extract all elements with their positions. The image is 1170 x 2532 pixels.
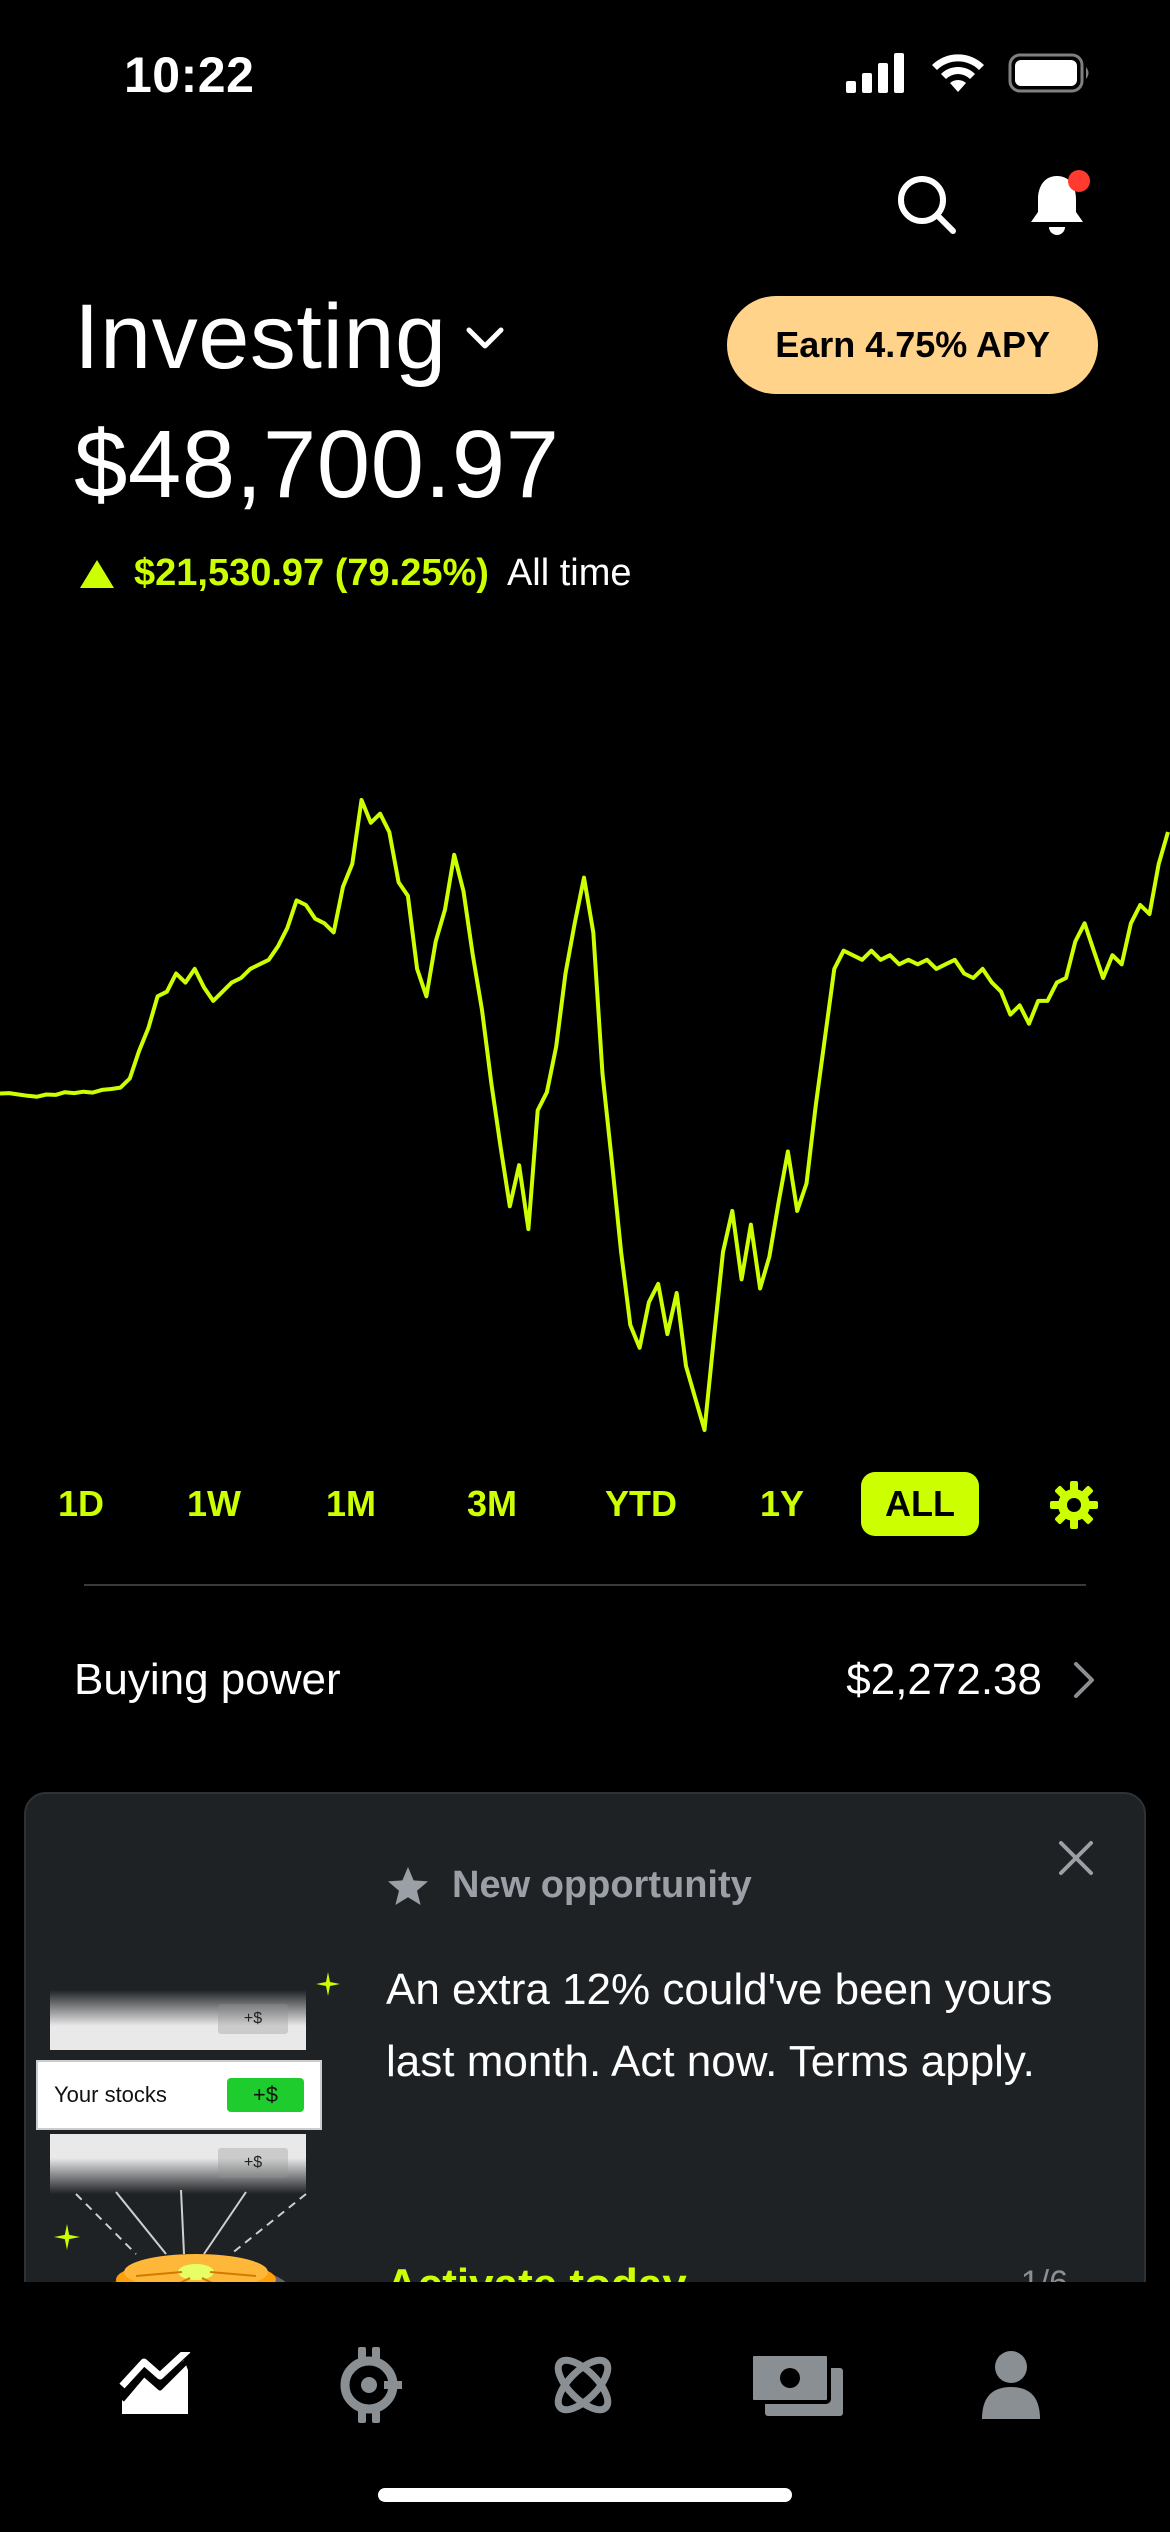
tab-explore[interactable] xyxy=(528,2330,638,2440)
range-1d[interactable]: 1D xyxy=(58,1472,104,1536)
buying-power-value: $2,272.38 xyxy=(846,1655,1042,1704)
top-actions xyxy=(892,170,1092,240)
account-icon xyxy=(982,2351,1040,2419)
illustration-pill: +$ xyxy=(226,2078,304,2112)
range-1w[interactable]: 1W xyxy=(187,1472,241,1536)
portfolio-change: $21,530.97 (79.25%) All time xyxy=(78,552,632,595)
divider xyxy=(84,1584,1086,1586)
earn-apy-button[interactable]: Earn 4.75% APY xyxy=(727,296,1098,394)
search-button[interactable] xyxy=(892,170,962,240)
promo-body: An extra 12% could've been yours last mo… xyxy=(386,1965,1053,2086)
chart-svg xyxy=(0,798,1170,1432)
search-icon xyxy=(898,176,956,234)
triangle-up-icon xyxy=(80,559,114,588)
range-selector: 1D 1W 1M 3M YTD 1Y ALL xyxy=(0,1472,1170,1542)
battery-icon xyxy=(1008,53,1089,93)
status-icons xyxy=(844,52,1092,94)
cash-icon xyxy=(749,2352,843,2416)
range-1m[interactable]: 1M xyxy=(326,1472,376,1536)
gear-icon[interactable] xyxy=(1049,1480,1099,1530)
promo-card[interactable]: +$ Your stocks +$ +$ New opportunity An … xyxy=(24,1792,1146,2312)
promo-illustration: +$ Your stocks +$ +$ xyxy=(26,1884,376,2310)
chart-icon xyxy=(119,2352,191,2414)
tab-investing[interactable] xyxy=(100,2330,210,2440)
notifications-button[interactable] xyxy=(1022,170,1092,240)
wifi-icon xyxy=(932,54,984,92)
illustration-row-label: Your stocks xyxy=(54,2082,167,2107)
signal-icon xyxy=(846,53,904,93)
chevron-down-icon xyxy=(466,327,504,348)
tab-crypto[interactable] xyxy=(314,2330,424,2440)
account-title: Investing xyxy=(74,286,447,388)
range-1y[interactable]: 1Y xyxy=(760,1472,804,1536)
portfolio-chart[interactable] xyxy=(0,780,1170,1450)
change-period: All time xyxy=(506,552,632,594)
tab-account[interactable] xyxy=(956,2330,1066,2440)
tab-cash[interactable] xyxy=(742,2330,852,2440)
buying-power-row[interactable]: Buying power $2,272.38 xyxy=(74,1640,1096,1720)
notification-dot xyxy=(1068,170,1090,192)
range-all[interactable]: ALL xyxy=(861,1472,979,1536)
explore-icon xyxy=(554,2356,612,2414)
promo-tag-label: New opportunity xyxy=(452,1864,752,1906)
chevron-right-icon xyxy=(1074,1662,1094,1698)
illustration-ghost-row: +$ xyxy=(50,1990,306,2050)
illustration-stock-row: Your stocks +$ xyxy=(36,2060,322,2130)
crypto-icon xyxy=(340,2347,402,2423)
status-time: 10:22 xyxy=(124,47,255,103)
close-icon[interactable] xyxy=(1056,1838,1096,1878)
home-indicator xyxy=(378,2488,792,2502)
range-3m[interactable]: 3M xyxy=(467,1472,517,1536)
portfolio-balance: $48,700.97 xyxy=(74,411,560,518)
account-selector[interactable]: Investing xyxy=(74,285,505,390)
range-ytd[interactable]: YTD xyxy=(605,1472,677,1536)
status-bar: 10:22 xyxy=(0,0,1170,150)
buying-power-label: Buying power xyxy=(74,1655,341,1704)
star-icon xyxy=(388,1866,428,1905)
promo-tag: New opportunity xyxy=(386,1864,752,1907)
sparkle-icon xyxy=(316,1972,340,1996)
change-amount: $21,530.97 (79.25%) xyxy=(134,552,489,594)
chart-series-line xyxy=(0,798,1170,1432)
